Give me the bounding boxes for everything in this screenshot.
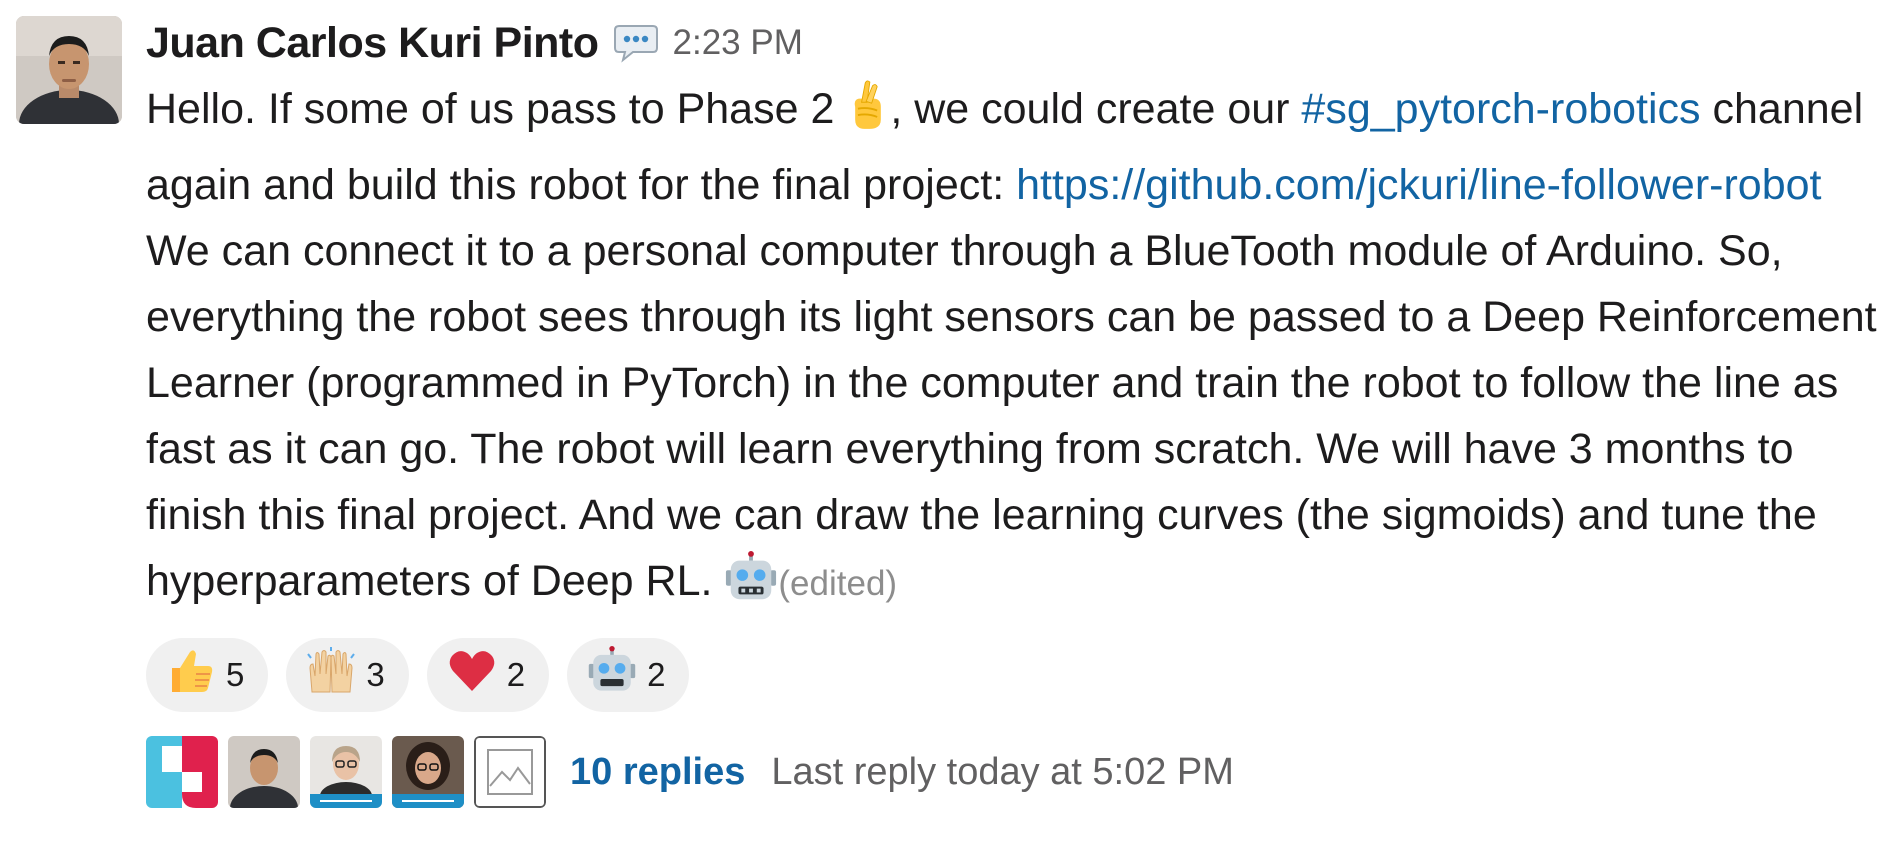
- replier-avatar-juan[interactable]: [228, 736, 300, 808]
- thumbs-up-icon: [166, 646, 226, 704]
- reaction-thumbs-up[interactable]: 5: [146, 638, 269, 712]
- message-body: Hello. If some of us pass to Phase 2 , w…: [146, 76, 1884, 624]
- reaction-red-heart[interactable]: 2: [426, 638, 550, 712]
- reaction-raised-hands[interactable]: 3: [286, 638, 409, 712]
- replies-link[interactable]: 10 replies: [570, 751, 745, 794]
- message: Juan Carlos Kuri Pinto 2:23 PM Hello. If…: [0, 0, 1889, 867]
- robot-face-icon: [587, 646, 647, 704]
- red-heart-icon: [447, 646, 507, 704]
- message-content: Juan Carlos Kuri Pinto 2:23 PM Hello. If…: [146, 10, 1886, 808]
- message-text: We can connect it to a personal computer…: [146, 227, 1877, 605]
- reaction-count: 5: [226, 656, 245, 693]
- author-name[interactable]: Juan Carlos Kuri Pinto: [146, 19, 599, 68]
- raised-hands-icon: [306, 646, 366, 704]
- speech-bubble-icon: [613, 23, 659, 63]
- reaction-robot-face[interactable]: 2: [567, 638, 690, 712]
- replier-avatar-moderator-2[interactable]: [392, 736, 464, 808]
- message-text: Hello. If some of us pass to Phase 2: [146, 85, 847, 133]
- reaction-count: 2: [647, 656, 666, 693]
- replier-avatar-placeholder[interactable]: [474, 736, 546, 808]
- reaction-count: 2: [506, 656, 526, 693]
- reaction-count: 3: [366, 656, 385, 693]
- edited-label: (edited): [778, 564, 898, 603]
- message-text: , we could create our: [890, 85, 1302, 133]
- last-reply-text: Last reply today at 5:02 PM: [771, 750, 1234, 793]
- reactions-bar: 5 3 2 2: [146, 638, 1886, 712]
- crossed-fingers-icon: [846, 77, 890, 152]
- channel-link[interactable]: #sg_pytorch-robotics: [1301, 85, 1700, 133]
- replier-avatar-moderator-1[interactable]: [310, 736, 382, 808]
- url-link[interactable]: https://github.com/jckuri/line-follower-…: [1016, 161, 1821, 209]
- message-header: Juan Carlos Kuri Pinto 2:23 PM: [146, 10, 1886, 76]
- robot-face-icon: [724, 551, 778, 624]
- message-paragraph-2: We can connect it to a personal computer…: [146, 218, 1884, 624]
- author-avatar[interactable]: [16, 16, 122, 124]
- message-timestamp[interactable]: 2:23 PM: [673, 23, 803, 63]
- message-paragraph-1: Hello. If some of us pass to Phase 2 , w…: [146, 76, 1884, 218]
- replier-avatar-logo[interactable]: [146, 736, 218, 808]
- thread-summary[interactable]: 10 replies Last reply today at 5:02 PM: [146, 736, 1886, 808]
